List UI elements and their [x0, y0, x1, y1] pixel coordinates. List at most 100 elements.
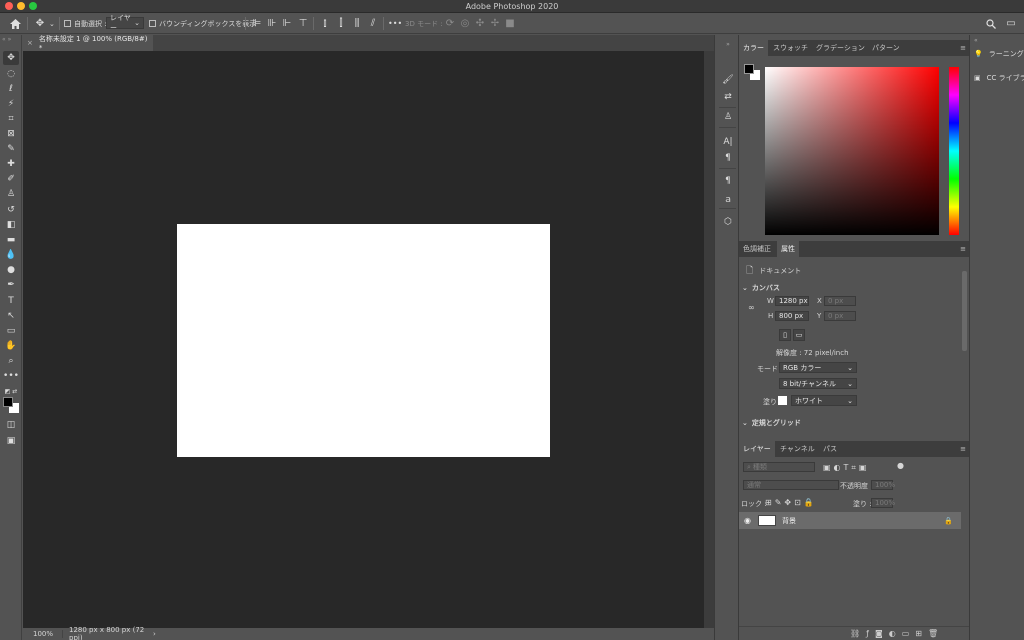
- move-tool-icon[interactable]: ✥: [33, 16, 47, 31]
- eraser-tool-icon[interactable]: ◧: [3, 218, 19, 232]
- auto-select-check[interactable]: [64, 20, 71, 27]
- clone-source-icon[interactable]: ♙: [720, 110, 736, 124]
- toolbar-collapse-icon[interactable]: « »: [2, 37, 20, 43]
- drag-3d-icon[interactable]: ✣: [473, 16, 487, 31]
- eyedropper-tool-icon[interactable]: ✎: [3, 142, 19, 156]
- guides-section-header[interactable]: ⌄ 定規とグリッド: [742, 418, 801, 428]
- magic-wand-tool-icon[interactable]: ⚡: [3, 97, 19, 111]
- clone-stamp-tool-icon[interactable]: ♙: [3, 187, 19, 201]
- landscape-orientation-icon[interactable]: ▭: [793, 329, 805, 341]
- fill-color-swatch[interactable]: [778, 396, 787, 405]
- tab-channels[interactable]: チャンネル: [776, 441, 819, 457]
- color-mode-select[interactable]: RGB カラー ⌄: [779, 362, 857, 373]
- filter-toggle-icon[interactable]: ●: [897, 461, 904, 470]
- fill-select[interactable]: ホワイト ⌄: [791, 395, 857, 406]
- dock-collapse-icon[interactable]: »: [720, 37, 736, 51]
- brush-settings-icon[interactable]: 🖌: [720, 73, 736, 87]
- layer-filter-icons[interactable]: ▣◐T⌗▣: [823, 463, 870, 473]
- align-left-icon[interactable]: ⊫: [250, 16, 264, 31]
- opacity-field[interactable]: 100%: [871, 480, 895, 490]
- paragraph-panel-icon[interactable]: ¶: [720, 151, 736, 165]
- eye-icon[interactable]: ◉: [744, 516, 751, 525]
- document-canvas[interactable]: [177, 224, 550, 457]
- lock-icons[interactable]: ⊞✎✥⊡🔒: [765, 498, 817, 507]
- align-top-icon[interactable]: ⊤: [296, 16, 310, 31]
- default-colors-icon[interactable]: ◩ ⇄: [3, 384, 19, 398]
- tab-color[interactable]: カラー: [739, 40, 768, 56]
- foreground-color-swatch[interactable]: [3, 397, 13, 407]
- orbit-3d-icon[interactable]: ⟳: [443, 16, 457, 31]
- edit-toolbar-icon[interactable]: •••: [3, 369, 19, 383]
- height-field[interactable]: 800 px: [775, 311, 809, 321]
- frame-tool-icon[interactable]: ⊠: [3, 127, 19, 141]
- tab-swatches[interactable]: スウォッチ: [769, 40, 812, 56]
- history-brush-tool-icon[interactable]: ↺: [3, 203, 19, 217]
- path-selection-tool-icon[interactable]: ↖: [3, 309, 19, 323]
- tab-adjustments[interactable]: 色調補正: [739, 241, 775, 257]
- tab-paths[interactable]: パス: [819, 441, 841, 457]
- zoom-level[interactable]: 100%: [23, 630, 63, 638]
- workspace-icon[interactable]: ▭: [1004, 16, 1018, 31]
- marquee-tool-icon[interactable]: ◌: [3, 67, 19, 81]
- hand-tool-icon[interactable]: ✋: [3, 339, 19, 353]
- canvas-section-header[interactable]: ⌄ カンバス: [742, 283, 780, 293]
- crop-tool-icon[interactable]: ⌗: [3, 112, 19, 126]
- x-field[interactable]: 0 px: [824, 296, 856, 306]
- panel-menu-icon[interactable]: ≡: [960, 445, 966, 453]
- document-tab[interactable]: × 名称未設定 1 @ 100% (RGB/8#) *: [23, 35, 153, 52]
- screen-mode-icon[interactable]: ▣: [3, 434, 19, 448]
- align-right-icon[interactable]: ⊩: [280, 16, 294, 31]
- status-menu-arrow-icon[interactable]: ›: [153, 630, 156, 638]
- y-field[interactable]: 0 px: [824, 311, 856, 321]
- quick-mask-icon[interactable]: ◫: [3, 418, 19, 432]
- panel-menu-icon[interactable]: ≡: [960, 44, 966, 52]
- blur-tool-icon[interactable]: 💧: [3, 248, 19, 262]
- canvas-workspace[interactable]: [23, 51, 704, 628]
- align-center-h-icon[interactable]: ⊪: [265, 16, 279, 31]
- auto-select-target-select[interactable]: レイヤー ⌄: [106, 14, 144, 32]
- close-tab-icon[interactable]: ×: [27, 39, 33, 47]
- 3d-panel-icon[interactable]: ⬡: [720, 215, 736, 229]
- layer-actions-icons[interactable]: ⛓ƒ◙◐▭⊞🗑: [850, 629, 944, 638]
- libraries-panel-button[interactable]: ▣ CC ライブラリ: [974, 73, 1024, 83]
- dodge-tool-icon[interactable]: ●: [3, 263, 19, 277]
- move-tool-icon[interactable]: ✥: [3, 51, 19, 65]
- width-field[interactable]: 1280 px: [775, 296, 809, 306]
- layer-row[interactable]: ◉ 背景 🔒: [739, 512, 961, 529]
- portrait-orientation-icon[interactable]: ▯: [779, 329, 791, 341]
- vertical-scrollbar[interactable]: [704, 51, 714, 628]
- type-tool-icon[interactable]: T: [3, 294, 19, 308]
- distribute-top-icon[interactable]: ⫿: [334, 16, 348, 31]
- more-options-button[interactable]: •••: [388, 16, 402, 31]
- learn-panel-button[interactable]: 💡 ラーニング: [974, 49, 1024, 59]
- fill-opacity-field[interactable]: 100%: [871, 498, 895, 508]
- distribute-vcenter-icon[interactable]: ⫼: [350, 16, 364, 31]
- properties-scrollbar[interactable]: [962, 271, 967, 351]
- zoom-tool-icon[interactable]: ⌕: [3, 354, 19, 368]
- search-icon[interactable]: [984, 16, 998, 31]
- pen-tool-icon[interactable]: ✒: [3, 278, 19, 292]
- home-icon[interactable]: [8, 16, 22, 31]
- panel-menu-icon[interactable]: ≡: [960, 245, 966, 253]
- brush-tool-icon[interactable]: ✐: [3, 172, 19, 186]
- bit-depth-select[interactable]: 8 bit/チャンネル ⌄: [779, 378, 857, 389]
- tab-patterns[interactable]: パターン: [868, 40, 904, 56]
- bounding-box-checkbox[interactable]: バウンディングボックスを表示: [149, 16, 256, 31]
- rectangle-tool-icon[interactable]: ▭: [3, 324, 19, 338]
- tool-preset-chevron-icon[interactable]: ⌄: [49, 16, 55, 31]
- healing-brush-tool-icon[interactable]: ✚: [3, 157, 19, 171]
- tab-gradients[interactable]: グラデーション: [812, 40, 869, 56]
- distribute-bottom-icon[interactable]: ⫽: [366, 16, 380, 31]
- scale-3d-icon[interactable]: ■: [503, 16, 517, 31]
- auto-select-checkbox[interactable]: 自動選択 :: [64, 16, 107, 31]
- brush-presets-icon[interactable]: ⇄: [720, 90, 736, 104]
- gradient-tool-icon[interactable]: ▬: [3, 233, 19, 247]
- tab-properties[interactable]: 属性: [777, 241, 799, 257]
- panel-expand-icon[interactable]: «: [974, 37, 978, 44]
- blend-mode-select[interactable]: 通常: [743, 480, 839, 490]
- character-panel-icon[interactable]: A|: [720, 135, 736, 149]
- bounding-box-check[interactable]: [149, 20, 156, 27]
- slide-3d-icon[interactable]: ✢: [488, 16, 502, 31]
- color-picker-field[interactable]: [765, 67, 939, 235]
- roll-3d-icon[interactable]: ◎: [458, 16, 472, 31]
